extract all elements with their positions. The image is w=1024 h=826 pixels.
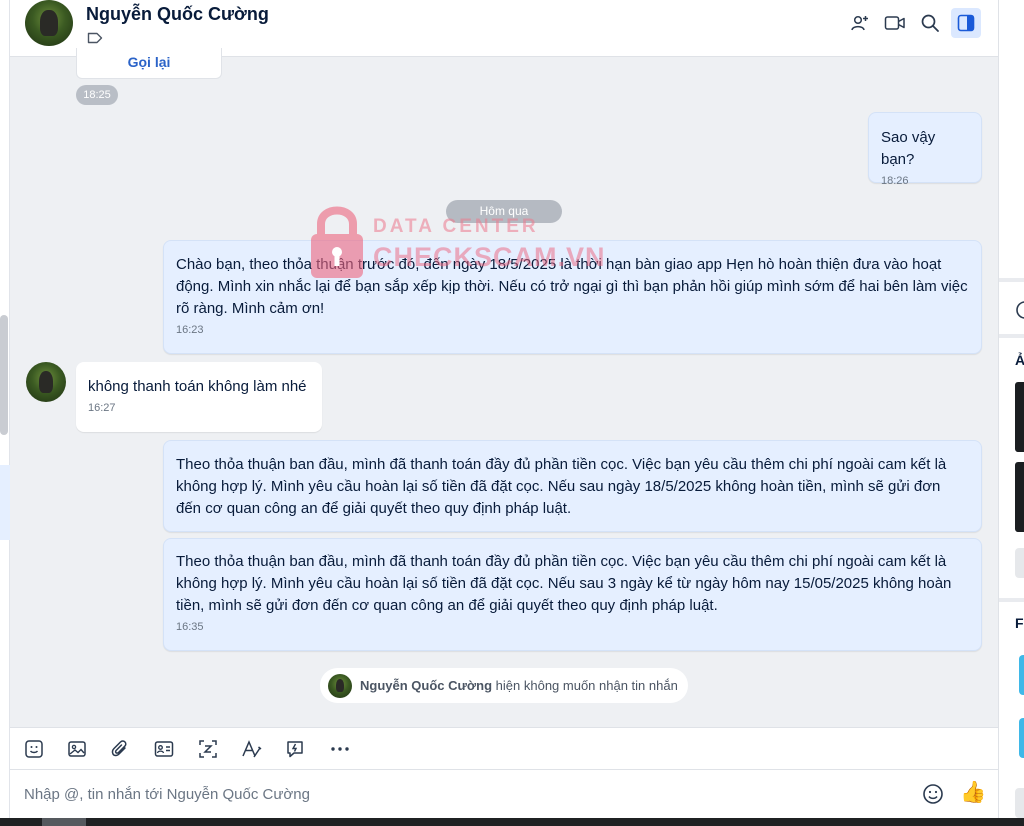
conversation-list-edge — [0, 0, 10, 826]
more-icon[interactable] — [329, 738, 351, 760]
clock-icon[interactable] — [1015, 300, 1024, 325]
message-time: 16:27 — [88, 402, 116, 414]
media-section-title: Ả — [1015, 352, 1024, 368]
taskbar-edge — [0, 818, 1024, 826]
block-notice: Nguyễn Quốc Cường hiện không muốn nhận t… — [320, 668, 688, 703]
message-bubble-sent[interactable]: Chào bạn, theo thỏa thuận trước đó, đến … — [163, 240, 982, 354]
message-input[interactable]: Nhập @, tin nhắn tới Nguyễn Quốc Cường — [24, 786, 310, 803]
message-text: không thanh toán không làm nhé — [88, 378, 307, 395]
day-divider: Hôm qua — [446, 200, 562, 223]
taskbar-item[interactable] — [42, 818, 86, 826]
notice-text: hiện không muốn nhận tin nhắn — [495, 678, 678, 693]
message-time: 16:35 — [176, 621, 204, 633]
sender-avatar[interactable] — [26, 362, 66, 402]
message-time: 18:26 — [881, 175, 909, 187]
image-icon[interactable] — [66, 738, 88, 760]
emoji-icon[interactable] — [922, 783, 944, 810]
contact-card-icon[interactable] — [153, 738, 175, 760]
file-item-icon[interactable] — [1019, 655, 1024, 695]
files-section-title: Fi — [1015, 615, 1024, 631]
notice-contact-name[interactable]: Nguyễn Quốc Cường — [360, 678, 492, 693]
conversation-list-scrollbar[interactable] — [0, 315, 8, 435]
composer-toolbar — [10, 727, 998, 769]
panel-divider — [999, 598, 1024, 602]
selected-conversation-highlight[interactable] — [0, 465, 10, 540]
message-text: Chào bạn, theo thỏa thuận trước đó, đến … — [176, 256, 968, 317]
message-bubble-received[interactable]: không thanh toán không làm nhé 16:27 — [76, 362, 322, 432]
toggle-panel-icon[interactable] — [951, 8, 981, 38]
add-member-icon[interactable] — [848, 11, 872, 35]
text-format-icon[interactable] — [241, 738, 263, 760]
message-composer[interactable]: Nhập @, tin nhắn tới Nguyễn Quốc Cường 👍 — [10, 769, 998, 818]
contact-name[interactable]: Nguyễn Quốc Cường — [86, 4, 269, 25]
view-all-files-button[interactable] — [1015, 788, 1024, 818]
panel-divider — [999, 334, 1024, 338]
chat-window: Nguyễn Quốc Cường Gọi lại 18:25 Sao vậy … — [10, 0, 998, 818]
file-item-icon[interactable] — [1019, 718, 1024, 758]
media-thumbnail[interactable] — [1015, 462, 1024, 532]
view-all-media-button[interactable] — [1015, 548, 1024, 578]
video-call-icon[interactable] — [883, 11, 907, 35]
notice-avatar — [328, 673, 352, 698]
callback-button[interactable]: Gọi lại — [76, 48, 222, 79]
contact-avatar[interactable] — [25, 0, 73, 46]
media-thumbnail[interactable] — [1015, 382, 1024, 452]
message-bubble-sent[interactable]: Sao vậy bạn? 18:26 — [868, 112, 982, 187]
message-text: Theo thỏa thuận ban đầu, mình đã thanh t… — [176, 456, 947, 517]
message-text: Theo thỏa thuận ban đầu, mình đã thanh t… — [176, 553, 952, 614]
quick-message-icon[interactable] — [284, 738, 306, 760]
message-time: 16:23 — [176, 324, 204, 336]
attachment-icon[interactable] — [109, 738, 131, 760]
thumbs-up-icon[interactable]: 👍 — [960, 781, 986, 805]
panel-divider — [999, 278, 1024, 282]
message-bubble-sent[interactable]: Theo thỏa thuận ban đầu, mình đã thanh t… — [163, 538, 982, 651]
message-text: Sao vậy bạn? — [881, 129, 936, 168]
message-bubble-sent[interactable]: Theo thỏa thuận ban đầu, mình đã thanh t… — [163, 440, 982, 532]
label-tag-icon[interactable] — [87, 31, 103, 49]
search-icon[interactable] — [918, 11, 942, 35]
screenshot-icon[interactable] — [197, 738, 219, 760]
conversation-info-panel: Ả Fi — [998, 0, 1024, 818]
sticker-icon[interactable] — [23, 738, 45, 760]
message-time-pill: 18:25 — [76, 85, 118, 105]
